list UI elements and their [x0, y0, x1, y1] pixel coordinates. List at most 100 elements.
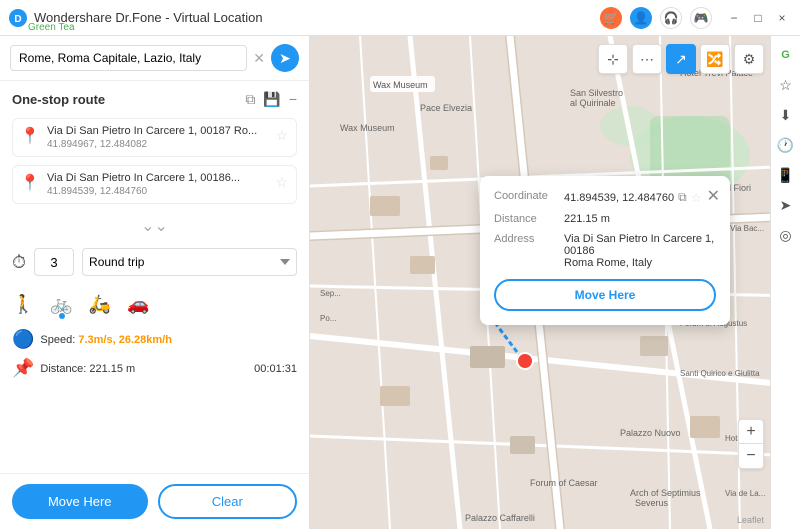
scooter-icon[interactable]: 🛵	[89, 294, 111, 315]
app-icon: D	[8, 8, 28, 28]
svg-text:Severus: Severus	[635, 498, 669, 508]
speedometer-icon: 🔵	[12, 329, 34, 350]
route-panel: One-stop route ⧉ 💾 − 📍 Via Di San Pietro…	[0, 81, 309, 474]
popup-address-value: Via Di San Pietro In Carcere 1, 00186 Ro…	[564, 233, 716, 269]
svg-text:Santi Quirico e Giulitta: Santi Quirico e Giulitta	[680, 369, 760, 378]
move-here-button[interactable]: Move Here	[12, 484, 148, 519]
car-icon[interactable]: 🚗	[127, 294, 149, 315]
trip-type-select[interactable]: Round trip One way	[82, 248, 297, 276]
popup-distance-label: Distance	[494, 213, 564, 225]
route-start-coords: 41.894967, 12.484082	[47, 139, 267, 150]
win-controls: − □ ×	[724, 8, 792, 28]
device-icon[interactable]: 📱	[775, 164, 797, 186]
speed-label-text: Speed:	[40, 334, 75, 346]
walk-icon[interactable]: 🚶	[12, 294, 34, 315]
trip-time: 00:01:31	[254, 363, 297, 375]
svg-text:Pace Elvezia: Pace Elvezia	[420, 103, 472, 113]
leaflet-badge: Leaflet	[737, 515, 764, 525]
start-pin-icon: 📍	[21, 127, 39, 145]
green-tea-label: Green Tea	[28, 22, 75, 33]
route-item-start: 📍 Via Di San Pietro In Carcere 1, 00187 …	[12, 118, 297, 157]
distance-label: Distance: 221.15 m	[40, 363, 135, 375]
popup-close-button[interactable]: ✕	[707, 186, 720, 206]
multi-stop-icon-btn[interactable]: ↗	[666, 44, 696, 74]
trip-count-input[interactable]	[34, 248, 74, 276]
svg-text:Palazzo Caffarelli: Palazzo Caffarelli	[465, 513, 535, 523]
route-item-end: 📍 Via Di San Pietro In Carcere 1, 00186.…	[12, 165, 297, 204]
route-end-name: Via Di San Pietro In Carcere 1, 00186...	[47, 172, 267, 184]
clear-search-icon[interactable]: ✕	[253, 50, 265, 67]
trip-options: ⏱ Round trip One way	[12, 248, 297, 276]
download-icon[interactable]: ⬇	[775, 104, 797, 126]
svg-text:Wax Museum: Wax Museum	[373, 80, 428, 90]
app-title: Wondershare Dr.Fone - Virtual Location	[34, 10, 600, 25]
svg-text:Arch of Septimius: Arch of Septimius	[630, 488, 701, 498]
cart-icon[interactable]: 🛒	[600, 7, 622, 29]
popup-move-here-button[interactable]: Move Here	[494, 279, 716, 311]
popup-coordinate-label: Coordinate	[494, 190, 564, 205]
action-buttons: Move Here Clear	[0, 474, 309, 529]
sidebar: ✕ ➤ One-stop route ⧉ 💾 − 📍 Via Di San Pi…	[0, 36, 310, 529]
svg-text:al Quirinale: al Quirinale	[570, 98, 616, 108]
save-route-icon[interactable]: 💾	[263, 91, 280, 108]
favorites-icon[interactable]: ☆	[775, 74, 797, 96]
popup-address-row: Address Via Di San Pietro In Carcere 1, …	[494, 233, 716, 269]
jump-teleport-icon-btn[interactable]: 🔀	[700, 44, 730, 74]
popup-address-label: Address	[494, 233, 564, 269]
popup-card: ✕ Coordinate 41.894539, 12.484760 ⧉ ☆ Di…	[480, 176, 730, 325]
speed-value: 7.3m/s, 26.28km/h	[78, 334, 172, 346]
clear-button[interactable]: Clear	[158, 484, 298, 519]
zoom-controls: + −	[738, 419, 764, 469]
svg-text:D: D	[14, 14, 21, 25]
popup-distance-value: 221.15 m	[564, 213, 716, 225]
game-icon[interactable]: 🎮	[690, 7, 712, 29]
end-pin-icon: 📍	[21, 174, 39, 192]
history-icon[interactable]: 🕐	[775, 134, 797, 156]
teleport-icon-btn[interactable]: ⊹	[598, 44, 628, 74]
titlebar: D Wondershare Dr.Fone - Virtual Location…	[0, 0, 800, 36]
route-end-star[interactable]: ☆	[275, 174, 288, 191]
route-icons: ⧉ 💾 −	[245, 91, 297, 108]
one-stop-icon-btn[interactable]: ⋯	[632, 44, 662, 74]
svg-text:Via Bac...: Via Bac...	[730, 224, 764, 233]
location-target-icon[interactable]: ◎	[775, 224, 797, 246]
popup-star-icon[interactable]: ☆	[691, 191, 702, 205]
svg-text:Via de La...: Via de La...	[725, 489, 765, 498]
map-area[interactable]: Wax Museum Pace Elvezia San Silvestro al…	[310, 36, 800, 529]
search-bar: ✕ ➤	[0, 36, 309, 81]
route-title: One-stop route	[12, 92, 105, 107]
route-header: One-stop route ⧉ 💾 −	[12, 91, 297, 108]
svg-text:San Silvestro: San Silvestro	[570, 88, 623, 98]
popup-copy-icon[interactable]: ⧉	[678, 190, 687, 205]
headset-icon[interactable]: 🎧	[660, 7, 682, 29]
zoom-in-button[interactable]: +	[739, 420, 763, 444]
dist-row: 📌 Distance: 221.15 m 00:01:31	[12, 358, 297, 379]
go-button[interactable]: ➤	[271, 44, 299, 72]
bike-icon[interactable]: 🚲	[50, 294, 72, 315]
route-item-start-text: Via Di San Pietro In Carcere 1, 00187 Ro…	[47, 125, 267, 150]
svg-text:Sep...: Sep...	[320, 289, 341, 298]
route-start-name: Via Di San Pietro In Carcere 1, 00187 Ro…	[47, 125, 267, 137]
route-end-coords: 41.894539, 12.484760	[47, 186, 267, 197]
settings-icon-btn[interactable]: ⚙	[734, 44, 764, 74]
route-item-end-text: Via Di San Pietro In Carcere 1, 00186...…	[47, 172, 267, 197]
collapse-route-icon[interactable]: −	[289, 91, 297, 108]
google-maps-icon[interactable]: G	[775, 44, 797, 66]
search-input[interactable]	[10, 45, 247, 71]
speed-label: Speed: 7.3m/s, 26.28km/h	[40, 334, 172, 346]
copy-route-icon[interactable]: ⧉	[245, 91, 255, 108]
route-start-star[interactable]: ☆	[275, 127, 288, 144]
maximize-button[interactable]: □	[748, 8, 768, 28]
svg-text:Wax Museum: Wax Museum	[340, 123, 395, 133]
close-button[interactable]: ×	[772, 8, 792, 28]
timer-icon: ⏱	[12, 252, 26, 273]
svg-text:Palazzo Nuovo: Palazzo Nuovo	[620, 428, 681, 438]
map-top-toolbar: ⊹ ⋯ ↗ 🔀 ⚙	[598, 44, 764, 74]
expand-route-icon[interactable]: ⌄⌄	[12, 216, 297, 236]
minimize-button[interactable]: −	[724, 8, 744, 28]
svg-text:Forum of Caesar: Forum of Caesar	[530, 478, 598, 488]
main-layout: ✕ ➤ One-stop route ⧉ 💾 − 📍 Via Di San Pi…	[0, 36, 800, 529]
zoom-out-button[interactable]: −	[739, 444, 763, 468]
navigate-icon[interactable]: ➤	[775, 194, 797, 216]
profile-icon[interactable]: 👤	[630, 7, 652, 29]
